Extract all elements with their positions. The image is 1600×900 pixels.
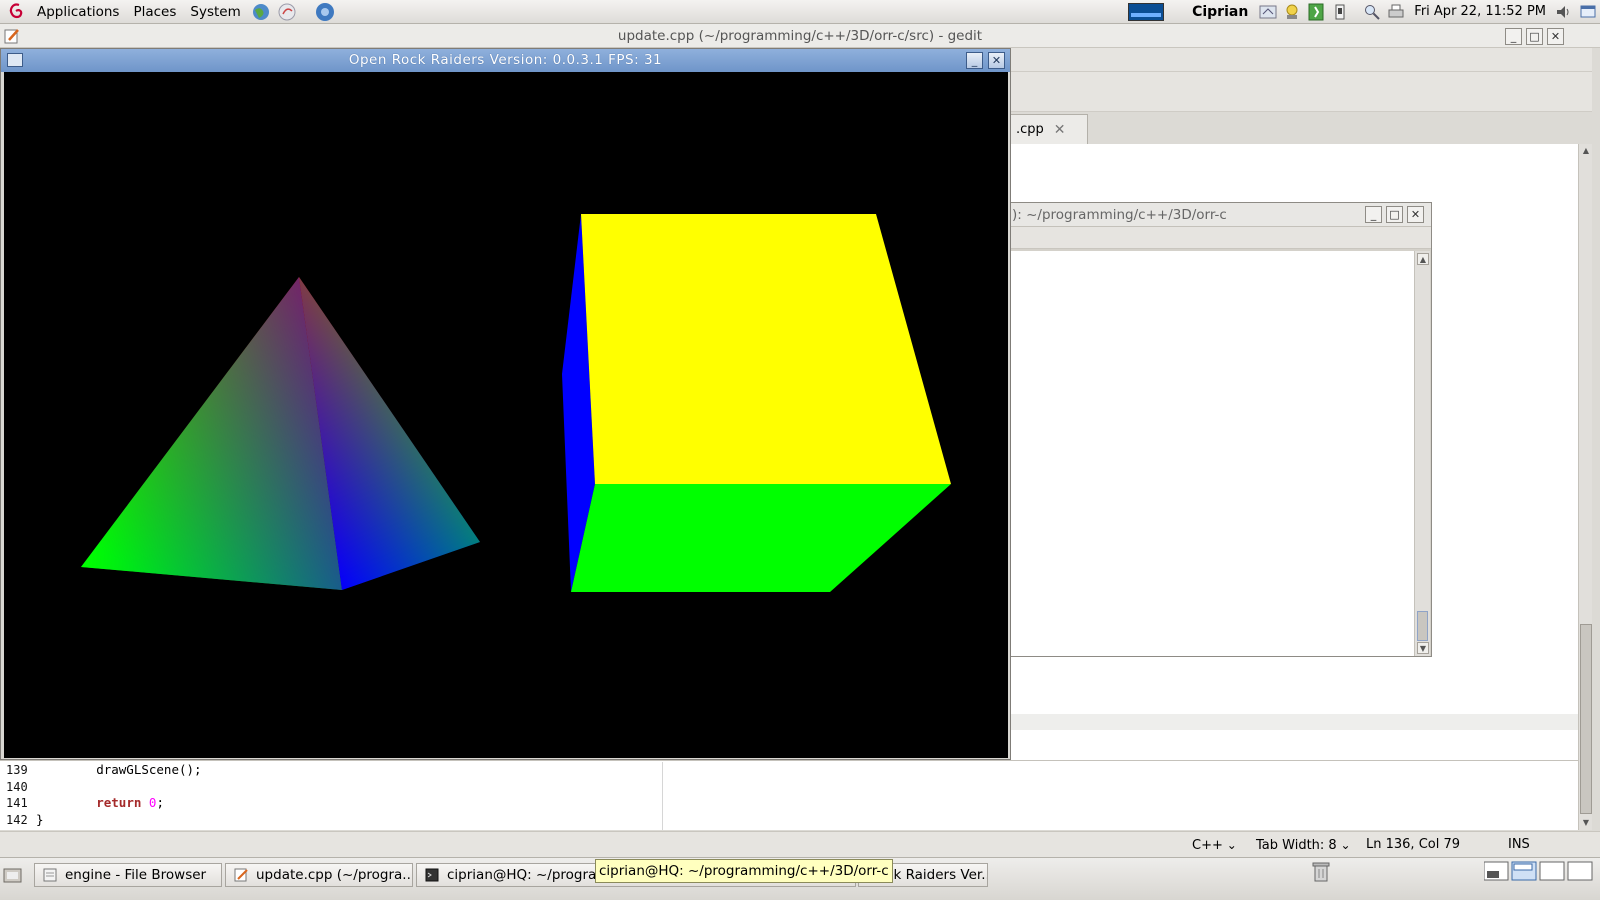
network-icon[interactable] [1258,2,1278,22]
line-number: 141 [6,796,28,811]
terminal-menubar [1010,227,1431,249]
weather-icon[interactable] [1282,2,1302,22]
gedit-document-tab[interactable]: .cpp ✕ [1010,114,1088,144]
tab-label: .cpp [1016,122,1044,137]
gl-close-button[interactable]: ✕ [988,52,1005,69]
gedit-close-button[interactable]: ✕ [1547,28,1564,45]
gedit-minimize-button[interactable]: _ [1505,28,1522,45]
gl-window-title: Open Rock Raiders Version: 0.0.3.1 FPS: … [348,52,663,68]
gedit-menubar [1010,48,1600,72]
terminal-minimize-button[interactable]: _ [1365,206,1382,223]
line-number: 140 [6,779,28,794]
search-icon[interactable] [1362,2,1382,22]
task-label: update.cpp (~/progra... [256,867,413,883]
show-desktop-icon[interactable] [1578,2,1598,22]
file-browser-icon [43,868,57,882]
task-label: ciprian@HQ: ~/progra... [447,867,610,883]
gedit-tabbar: .cpp ✕ [1010,112,1600,144]
terminal-close-button[interactable]: ✕ [1407,206,1424,223]
gedit-window-title: update.cpp (~/programming/c++/3D/orr-c/s… [617,28,983,44]
tab-close-icon[interactable]: ✕ [1054,122,1066,138]
email-launcher-icon[interactable] [276,1,298,23]
code-line[interactable] [36,779,656,796]
language-dropdown[interactable]: C++ [1192,832,1237,858]
right-margin-line [662,762,663,830]
terminal-titlebar[interactable]: ): ~/programming/c++/3D/orr-c _ □ ✕ [1010,203,1431,227]
cube-top-face [581,214,951,484]
code-line[interactable]: drawGLScene(); [36,762,656,779]
cpu-monitor-icon[interactable] [1128,2,1165,21]
scrollbar-thumb[interactable] [1580,624,1592,814]
pyramid-left-face-shading [81,277,342,590]
number-literal: 0 [148,795,157,811]
task-tooltip: ciprian@HQ: ~/programming/c++/3D/orr-c [595,859,893,883]
code-line-return[interactable]: return 0; [36,795,656,812]
gedit-vertical-scrollbar[interactable]: ▲ ▼ [1578,144,1592,830]
scroll-up-arrow-icon[interactable]: ▲ [1417,253,1429,265]
tab-width-dropdown[interactable]: Tab Width: 8 [1256,832,1351,858]
cursor-position: Ln 136, Col 79 [1366,837,1461,852]
gedit-maximize-button[interactable]: □ [1526,28,1543,45]
terminal-vertical-scrollbar[interactable]: ▲ ▼ [1414,251,1430,656]
printer-icon[interactable] [1386,2,1406,22]
places-menu[interactable]: Places [126,0,183,24]
top-panel: Applications Places System Ciprian Fri A… [0,0,1600,24]
terminal-icon [425,868,439,882]
opengl-viewport[interactable] [4,72,1008,758]
terminal-output[interactable] [1010,251,1414,656]
web-browser-launcher-icon[interactable] [250,1,272,23]
battery-icon[interactable] [1330,2,1350,22]
terminal-window-title: ): ~/programming/c++/3D/orr-c [1012,207,1227,223]
clock[interactable]: Fri Apr 22, 11:52 PM [1414,4,1546,19]
user-name[interactable]: Ciprian [1192,4,1248,20]
task-gedit[interactable]: update.cpp (~/progra... [225,863,413,887]
gl-minimize-button[interactable]: _ [966,52,983,69]
applications-menu[interactable]: Applications [30,0,126,24]
gl-window-titlebar[interactable]: Open Rock Raiders Version: 0.0.3.1 FPS: … [1,49,1010,72]
cube-front-face [571,484,951,592]
system-menu[interactable]: System [183,0,247,24]
keyword: return [96,795,142,811]
line-number: 139 [6,763,28,777]
opengl-scene [81,214,951,592]
gedit-statusbar: C++ Tab Width: 8 Ln 136, Col 79 INS [0,831,1600,857]
scroll-down-arrow-icon[interactable]: ▼ [1580,817,1592,829]
insert-mode: INS [1508,837,1530,852]
scroll-up-arrow-icon[interactable]: ▲ [1580,145,1592,157]
gedit-toolbar [1010,72,1600,112]
task-label: engine - File Browser [65,867,207,883]
show-desktop-button-icon[interactable] [3,866,23,888]
terminal-maximize-button[interactable]: □ [1386,206,1403,223]
open-rock-raiders-window[interactable]: Open Rock Raiders Version: 0.0.3.1 FPS: … [0,48,1011,760]
window-edge [1592,48,1600,856]
debian-logo-icon[interactable] [6,1,28,23]
task-file-browser[interactable]: engine - File Browser [34,863,222,887]
scrollbar-thumb[interactable] [1417,611,1428,641]
volume-icon[interactable] [1554,2,1574,22]
text-editor-icon [234,868,248,882]
scroll-down-arrow-icon[interactable]: ▼ [1417,642,1429,654]
line-number-gutter: 139 140 141 142 [4,762,32,830]
trash-icon[interactable] [1311,861,1331,887]
current-line-highlight [1010,714,1578,730]
workspace-switcher-icon[interactable] [1483,861,1596,885]
help-launcher-icon[interactable] [314,1,336,23]
line-number: 142 [6,812,28,827]
terminal-window[interactable]: ): ~/programming/c++/3D/orr-c _ □ ✕ ▲ ▼ [1010,202,1432,657]
exit-icon[interactable] [1306,2,1326,22]
code-lines[interactable]: drawGLScene(); return 0; } [36,762,656,828]
code-line[interactable]: } [36,812,656,829]
gedit-titlebar[interactable]: update.cpp (~/programming/c++/3D/orr-c/s… [0,24,1600,48]
